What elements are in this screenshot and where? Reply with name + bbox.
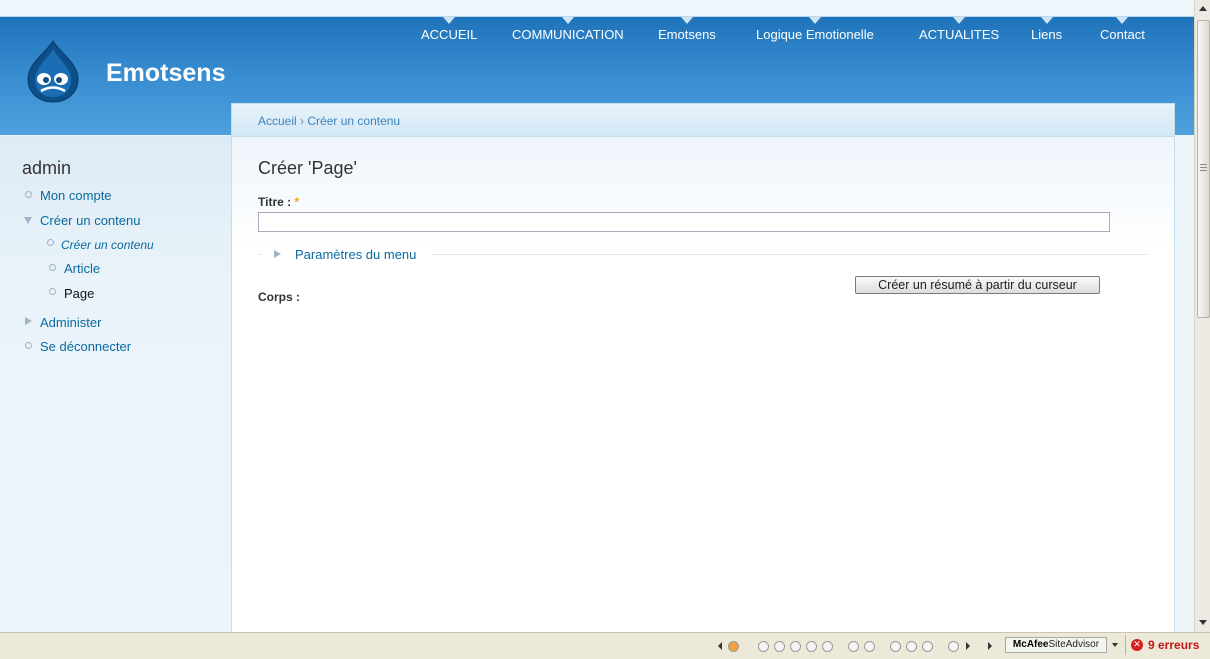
mcafee-siteadvisor-button[interactable]: McAfeeSiteAdvisor — [1005, 637, 1107, 653]
media-pause-icon[interactable] — [806, 641, 817, 652]
nav-item-label: Liens — [1031, 27, 1063, 42]
nav-item-label: ACTUALITES — [919, 27, 1000, 42]
sidebar-item-mon-compte[interactable]: Mon compte — [40, 188, 112, 203]
bullet-icon — [49, 264, 56, 271]
media-play-icon[interactable] — [790, 641, 801, 652]
nav-item-emotsens[interactable]: Emotsens — [658, 17, 716, 42]
nav-marker-icon — [561, 17, 574, 24]
sidebar-subitem-page[interactable]: Page — [64, 286, 94, 301]
nav-marker-icon — [808, 17, 821, 24]
main-nav: ACCUEIL COMMUNICATION Emotsens Logique E… — [0, 17, 1194, 49]
title-label-text: Titre : — [258, 195, 292, 209]
menu-settings-toggle[interactable]: Paramètres du menu — [295, 247, 416, 262]
breadcrumb: Accueil › Créer un contenu — [258, 114, 400, 128]
breadcrumb-home-link[interactable]: Accueil — [258, 114, 297, 128]
shuffle-icon[interactable] — [922, 641, 933, 652]
expanded-icon — [24, 217, 32, 224]
main-content: Accueil › Créer un contenu Créer 'Page' … — [231, 103, 1175, 634]
sidebar-subitem-creer-contenu[interactable]: Créer un contenu — [61, 238, 154, 252]
chevron-down-icon[interactable] — [1112, 643, 1118, 647]
breadcrumb-separator: › — [300, 114, 305, 128]
create-summary-button[interactable]: Créer un résumé à partir du curseur — [855, 276, 1100, 294]
nav-item-label: Logique Emotionelle — [756, 27, 874, 42]
scroll-up-icon[interactable] — [1199, 6, 1207, 11]
site-name[interactable]: Emotsens — [106, 59, 225, 88]
media-last-icon[interactable] — [864, 641, 875, 652]
mcafee-brand: McAfee — [1012, 639, 1049, 650]
grip-line — [1200, 164, 1207, 165]
nav-item-label: ACCUEIL — [421, 27, 478, 42]
sidebar: admin Mon compte Créer un contenu Créer … — [0, 136, 231, 632]
nav-item-accueil[interactable]: ACCUEIL — [421, 17, 478, 42]
nav-item-communication[interactable]: COMMUNICATION — [512, 17, 624, 42]
sidebar-item-administer[interactable]: Administer — [40, 315, 101, 330]
page-title: Créer 'Page' — [258, 158, 357, 178]
repeat-icon[interactable] — [906, 641, 917, 652]
title-input[interactable] — [258, 212, 1110, 232]
bullet-icon — [25, 342, 32, 349]
collapsed-icon — [25, 317, 32, 325]
media-stop-icon[interactable] — [822, 641, 833, 652]
vertical-scrollbar[interactable] — [1194, 0, 1210, 632]
bullet-icon — [25, 191, 32, 198]
nav-item-liens[interactable]: Liens — [1031, 17, 1063, 42]
nav-marker-icon — [1040, 17, 1053, 24]
sidebar-title: admin — [22, 158, 72, 178]
scroll-thumb[interactable] — [1197, 20, 1210, 318]
sidebar-subitem-article[interactable]: Article — [64, 261, 100, 276]
scroll-right-icon[interactable] — [966, 642, 970, 650]
status-bar: McAfeeSiteAdvisor ✕ 9 erreurs — [0, 632, 1210, 659]
breadcrumb-current-link[interactable]: Créer un contenu — [307, 114, 400, 128]
bullet-icon — [49, 288, 56, 295]
nav-item-label: Contact — [1100, 27, 1145, 42]
nav-item-logique-emotionelle[interactable]: Logique Emotionelle — [756, 17, 874, 42]
error-icon[interactable]: ✕ — [1131, 639, 1143, 651]
body-field-label: Corps : — [258, 290, 300, 304]
scroll-left-icon[interactable] — [718, 642, 722, 650]
nav-marker-icon — [1116, 17, 1129, 24]
nav-marker-icon — [680, 17, 693, 24]
media-next-icon[interactable] — [848, 641, 859, 652]
nav-item-contact[interactable]: Contact — [1100, 17, 1145, 42]
grip-line — [1200, 170, 1207, 171]
window-top-strip — [0, 0, 1194, 17]
nav-marker-icon — [953, 17, 966, 24]
bullet-icon — [47, 239, 54, 246]
media-icon[interactable] — [728, 641, 739, 652]
scroll-down-icon[interactable] — [1199, 620, 1207, 625]
nav-item-label: Emotsens — [658, 27, 716, 42]
grip-line — [1200, 167, 1207, 168]
nav-item-actualites[interactable]: ACTUALITES — [919, 17, 1000, 42]
status-toolbar — [718, 639, 998, 653]
settings-icon[interactable] — [948, 641, 959, 652]
media-prev-icon[interactable] — [774, 641, 785, 652]
collapsed-icon[interactable] — [274, 250, 281, 258]
expand-icon[interactable] — [988, 642, 992, 650]
media-first-icon[interactable] — [758, 641, 769, 652]
breadcrumb-bar: Accueil › Créer un contenu — [232, 104, 1174, 137]
sidebar-item-creer-contenu[interactable]: Créer un contenu — [40, 213, 140, 228]
volume-icon[interactable] — [890, 641, 901, 652]
mcafee-product: SiteAdvisor — [1048, 639, 1100, 650]
nav-marker-icon — [443, 17, 456, 24]
nav-item-label: COMMUNICATION — [512, 27, 624, 42]
sidebar-item-se-deconnecter[interactable]: Se déconnecter — [40, 339, 131, 354]
status-divider — [1125, 635, 1126, 655]
title-field-label: Titre : * — [258, 195, 299, 209]
required-marker: * — [294, 195, 300, 209]
error-count[interactable]: 9 erreurs — [1148, 638, 1199, 652]
